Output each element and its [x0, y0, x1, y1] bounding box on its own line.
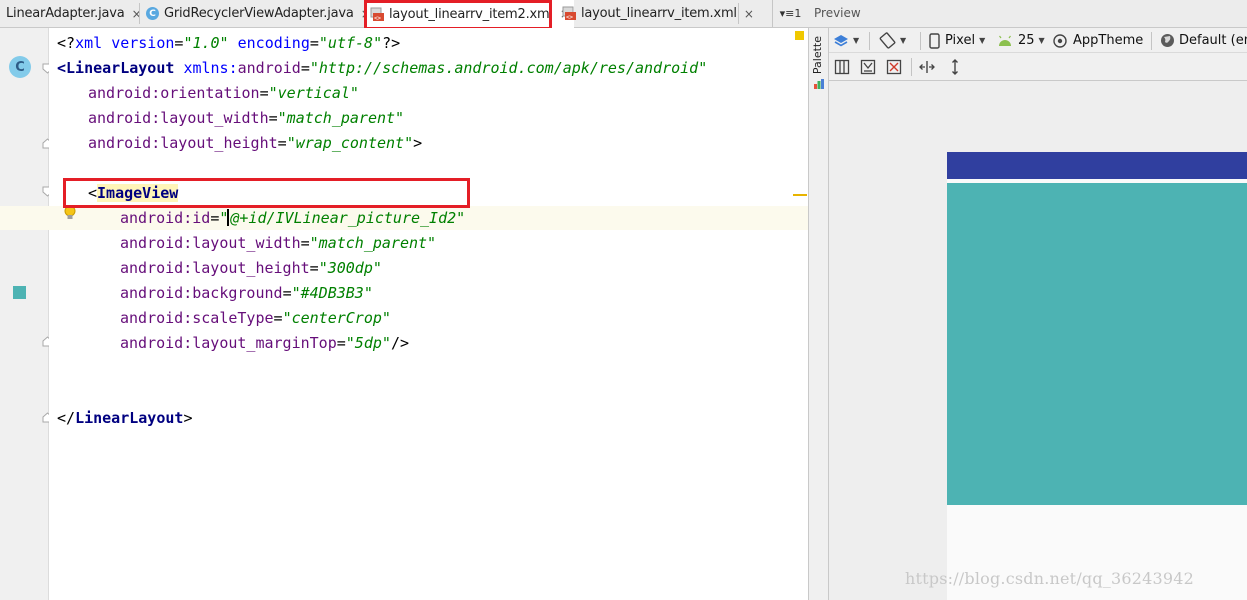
android-studio-window: LinearAdapter.java × C GridRecyclerViewA… — [0, 0, 1247, 600]
tab-label: layout_linearrv_item.xml — [581, 6, 737, 21]
lightbulb-icon[interactable] — [63, 205, 77, 221]
tab-label: LinearAdapter.java — [6, 6, 125, 21]
code-line-8: android:layout_width="match_parent" — [120, 234, 437, 252]
device-preview — [947, 152, 1247, 600]
chevron-down-icon: ▼ — [1038, 36, 1045, 45]
class-badge-icon[interactable]: C — [9, 56, 31, 78]
error-view-icon[interactable] — [886, 59, 902, 75]
globe-icon — [1161, 34, 1174, 47]
theme-selector[interactable]: AppTheme — [1052, 28, 1143, 53]
imageview-preview[interactable] — [947, 183, 1247, 505]
editor-gutter: C — [0, 28, 53, 600]
orientation-button[interactable]: ▼ — [879, 28, 906, 53]
device-selector[interactable]: Pixel ▼ — [929, 28, 985, 53]
scroll-marker[interactable] — [793, 194, 807, 196]
close-icon[interactable]: × — [744, 7, 754, 21]
tab-grid-recycler-adapter[interactable]: C GridRecyclerViewAdapter.java × — [146, 0, 371, 27]
android-icon — [999, 35, 1011, 46]
tab-divider — [139, 3, 140, 24]
code-line-5: android:layout_height="wrap_content"> — [88, 134, 423, 152]
java-class-icon: C — [146, 7, 159, 20]
chevron-down-icon: ▼ — [900, 36, 907, 45]
watermark: https://blog.csdn.net/qq_36243942 — [905, 569, 1195, 588]
chevron-down-icon: ▼ — [979, 36, 986, 45]
resize-horizontal-icon[interactable] — [919, 59, 935, 75]
preview-toolbar-secondary — [829, 53, 1247, 81]
device-name: Pixel — [945, 33, 976, 48]
code-line-4: android:layout_width="match_parent" — [88, 109, 405, 127]
code-editor[interactable]: <?xml version="1.0" encoding="utf-8"?> <… — [49, 28, 808, 600]
palette-strip[interactable]: Palette — [808, 28, 829, 600]
palette-icon — [814, 79, 824, 89]
blueprint-view-icon[interactable] — [860, 59, 876, 75]
svg-text:<>: <> — [374, 15, 381, 22]
color-swatch-icon[interactable] — [13, 286, 26, 299]
locale-selector[interactable]: Default (en- — [1160, 28, 1247, 53]
theme-icon — [1053, 33, 1067, 48]
toolbar-divider — [869, 32, 870, 50]
code-line-11: android:scaleType="centerCrop" — [120, 309, 391, 327]
code-line-10: android:background="#4DB3B3" — [120, 284, 373, 302]
resize-vertical-icon[interactable] — [947, 59, 963, 75]
tab-layout-linearrv-item2[interactable]: <> layout_linearrv_item2.xml × — [366, 0, 574, 28]
analysis-status-icon[interactable] — [795, 31, 804, 40]
api-level-selector[interactable]: 25 ▼ — [997, 28, 1045, 53]
editor-tab-bar: LinearAdapter.java × C GridRecyclerViewA… — [0, 0, 808, 28]
tab-overflow-button[interactable]: ▾≡1 — [772, 0, 808, 27]
toolbar-divider — [920, 32, 921, 50]
xml-layout-icon: <> — [562, 6, 576, 21]
tab-label: GridRecyclerViewAdapter.java — [164, 6, 354, 21]
preview-toolbar: ▼ ▼ Pixel ▼ 25 ▼ AppTheme Default (e — [829, 28, 1247, 53]
preview-title: Preview — [814, 6, 861, 20]
palette-tab[interactable]: Palette — [811, 36, 824, 74]
xml-layout-icon: <> — [370, 7, 384, 22]
design-surface-button[interactable]: ▼ — [833, 28, 859, 53]
code-line-7: android:id=" @+id/IVLinear_picture_Id2" — [120, 209, 466, 227]
code-line-6: <ImageView — [88, 184, 179, 202]
tab-layout-linearrv-item[interactable]: <> layout_linearrv_item.xml × — [562, 0, 754, 27]
code-line-3: android:orientation="vertical" — [88, 84, 359, 102]
tab-label: layout_linearrv_item2.xml — [389, 6, 553, 22]
layers-icon — [834, 34, 848, 46]
code-line-9: android:layout_height="300dp" — [120, 259, 382, 277]
tab-linear-adapter[interactable]: LinearAdapter.java × — [6, 0, 142, 27]
chevron-down-icon: ▼ — [853, 36, 860, 45]
code-line-1: <?xml version="1.0" encoding="utf-8"?> — [57, 34, 401, 52]
toolbar-divider — [1151, 32, 1152, 50]
rotate-device-icon — [879, 32, 896, 49]
svg-text:<>: <> — [566, 14, 573, 21]
api-level: 25 — [1018, 33, 1035, 48]
toolbar-divider — [911, 58, 912, 76]
app-toolbar-preview — [947, 152, 1247, 179]
tab-divider — [738, 3, 739, 24]
code-line-12: android:layout_marginTop="5dp"/> — [120, 334, 409, 352]
preview-header: Preview — [808, 0, 1247, 28]
phone-icon — [929, 32, 940, 49]
locale-name: Default (en- — [1179, 33, 1247, 48]
design-view-icon[interactable] — [834, 59, 850, 75]
code-line-13: </LinearLayout> — [57, 409, 193, 427]
current-line-gutter — [0, 206, 49, 230]
code-line-2: <LinearLayout xmlns:android="http://sche… — [57, 59, 708, 77]
theme-name: AppTheme — [1073, 33, 1144, 48]
